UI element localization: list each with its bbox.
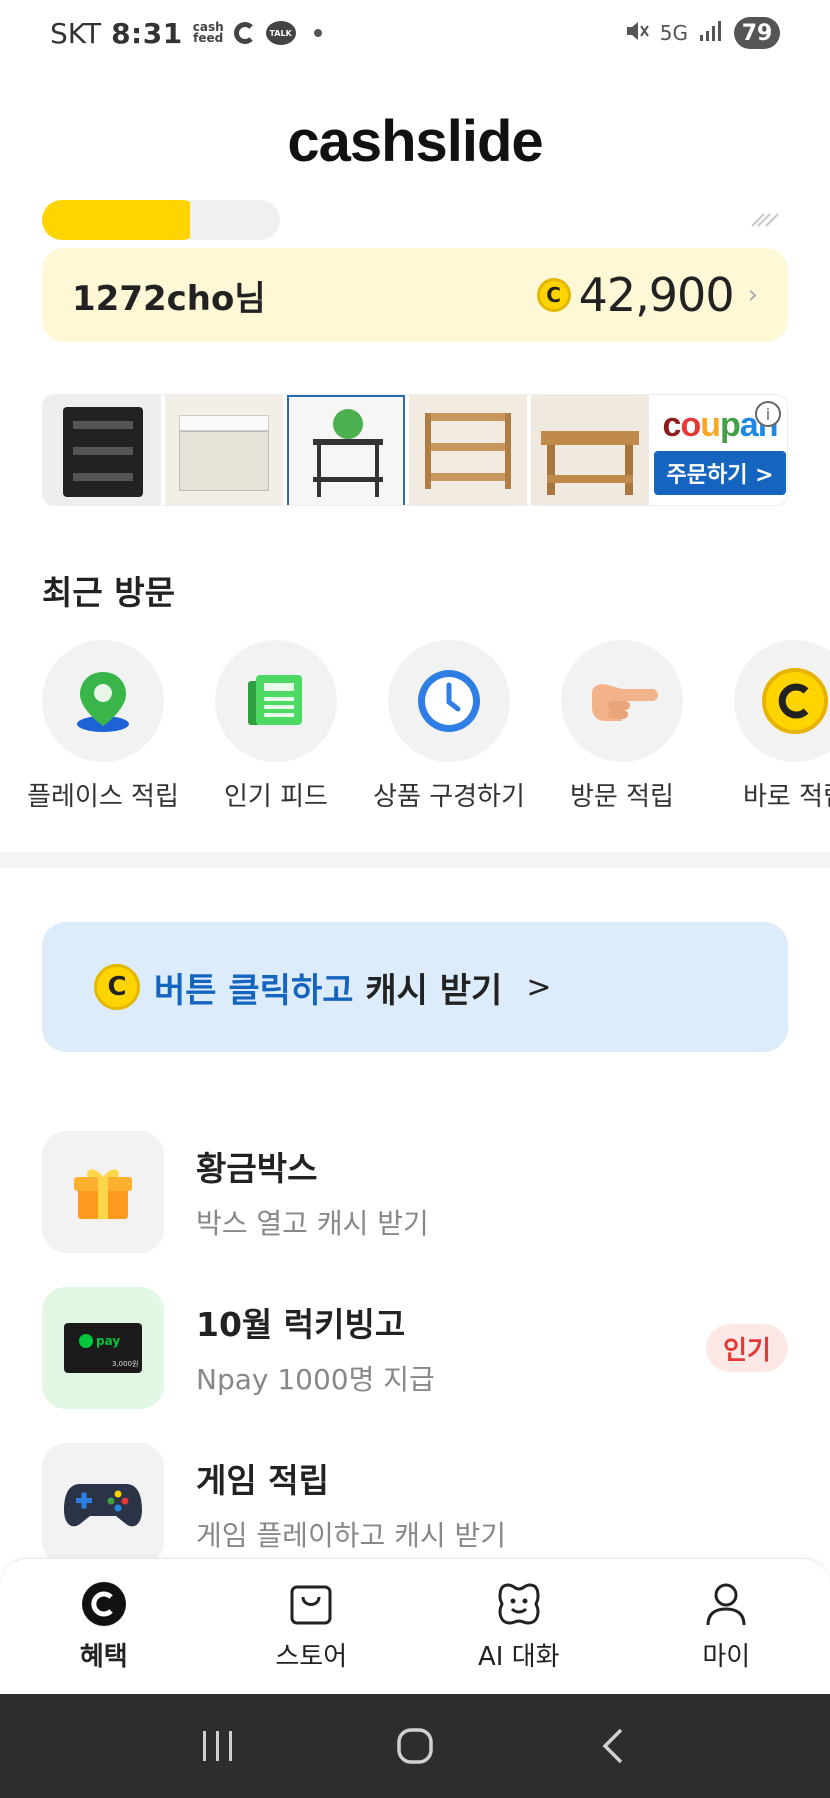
shopping-bag-icon — [287, 1580, 335, 1628]
click-banner-highlight: 버튼 클릭하고 — [154, 970, 354, 1011]
coupang-ad-banner[interactable]: coupan 주문하기 > i — [42, 394, 788, 506]
click-banner-rest: 캐시 받기 — [365, 970, 503, 1011]
system-navigation-bar — [0, 1694, 830, 1798]
recent-visits-title: 최근 방문 — [42, 573, 175, 612]
network-5g-icon: 5G — [659, 21, 688, 45]
person-icon — [702, 1580, 750, 1628]
scrolled-toggle-pill-off[interactable] — [190, 200, 280, 240]
ad-product-thumbnail[interactable] — [165, 395, 283, 505]
tab-my[interactable]: 마이 — [623, 1559, 830, 1694]
recent-item-label: 플레이스 적립 — [27, 782, 179, 812]
pointing-hand-icon — [561, 640, 683, 762]
menu-text: 황금박스 박스 열고 캐시 받기 — [196, 1142, 429, 1242]
mute-icon — [624, 18, 650, 49]
cashslide-notification-icon — [233, 22, 256, 44]
tab-label: AI 대화 — [477, 1642, 560, 1672]
tab-label: 스토어 — [275, 1642, 348, 1672]
recent-item-feed[interactable]: 인기 피드 — [190, 640, 362, 813]
coin-icon: C — [94, 964, 140, 1010]
cash-amount-wrap: C 42,900 › — [536, 268, 758, 322]
menu-subtitle: Npay 1000명 지급 — [196, 1363, 435, 1396]
username: 1272cho님 — [72, 278, 266, 319]
status-left: SKT 8:31 cash feed TALK — [50, 17, 322, 50]
tab-label: 혜택 — [79, 1642, 128, 1672]
status-bar: SKT 8:31 cash feed TALK 5G 79 — [0, 0, 830, 66]
menu-title: 게임 적립 — [196, 1461, 329, 1500]
benefit-c-icon — [80, 1580, 128, 1628]
smile-bubble-icon — [495, 1580, 543, 1628]
edit-icon[interactable] — [748, 206, 788, 230]
section-divider — [0, 852, 830, 868]
click-banner-text: 버튼 클릭하고 캐시 받기 — [154, 963, 502, 1012]
cash-amount: 42,900 — [578, 268, 735, 322]
signal-icon — [698, 19, 724, 48]
ad-product-thumbnail[interactable] — [531, 395, 649, 505]
home-button[interactable] — [375, 1716, 455, 1776]
ad-product-thumbnail[interactable] — [287, 395, 405, 505]
ad-product-thumbnail[interactable] — [43, 395, 161, 505]
menu-text: 10월 럭키빙고 Npay 1000명 지급 — [196, 1298, 435, 1398]
npay-card-amount: 3,000원 — [112, 1359, 138, 1368]
gamepad-icon — [42, 1443, 164, 1565]
clock: 8:31 — [111, 16, 183, 50]
click-for-cash-banner[interactable]: C 버튼 클릭하고 캐시 받기 > — [42, 922, 788, 1052]
more-notifications-icon — [313, 29, 322, 37]
menu-text: 게임 적립 게임 플레이하고 캐시 받기 — [196, 1454, 506, 1554]
gift-icon — [42, 1131, 164, 1253]
menu-subtitle: 박스 열고 캐시 받기 — [196, 1207, 429, 1240]
menu-title: 10월 럭키빙고 — [196, 1305, 406, 1344]
menu-title: 황금박스 — [196, 1149, 318, 1188]
ad-info-icon[interactable]: i — [755, 401, 781, 427]
menu-item-lucky-bingo[interactable]: pay 3,000원 10월 럭키빙고 Npay 1000명 지급 인기 — [0, 1270, 830, 1426]
coin-icon: C — [536, 278, 571, 312]
recent-item-browse[interactable]: 상품 구경하기 — [363, 640, 535, 813]
menu-item-golden-box[interactable]: 황금박스 박스 열고 캐시 받기 — [0, 1114, 830, 1270]
recent-visits-row: 플레이스 적립 인기 피드 상품 구경하기 방문 적립 바로 적립 — [0, 640, 830, 813]
coupang-cta[interactable]: coupan 주문하기 > i — [653, 395, 787, 505]
ad-product-thumbnail[interactable] — [409, 395, 527, 505]
reward-menu-list: 황금박스 박스 열고 캐시 받기 pay 3,000원 10월 럭키빙고 Npay… — [0, 1114, 830, 1582]
status-right: 5G 79 — [624, 17, 780, 49]
recent-item-place[interactable]: 플레이스 적립 — [17, 640, 189, 813]
cashfeed-notification-icon: cash feed — [192, 20, 224, 45]
bottom-navigation: 혜택 스토어 AI 대화 마이 — [0, 1558, 830, 1694]
recent-apps-button[interactable] — [178, 1716, 258, 1776]
hot-badge: 인기 — [706, 1324, 788, 1372]
tab-label: 마이 — [702, 1642, 751, 1672]
newspaper-icon — [215, 640, 337, 762]
recent-item-label: 방문 적립 — [570, 782, 674, 812]
menu-subtitle: 게임 플레이하고 캐시 받기 — [196, 1519, 507, 1552]
tab-benefit[interactable]: 혜택 — [0, 1559, 208, 1694]
chevron-right-icon: › — [747, 280, 758, 310]
tab-store[interactable]: 스토어 — [208, 1559, 416, 1694]
recent-item-label: 바로 적립 — [743, 782, 830, 812]
recent-item-label: 인기 피드 — [224, 782, 328, 812]
scrolled-toggle-pill[interactable] — [42, 200, 202, 240]
coin-icon — [734, 640, 830, 762]
app-logo: cashslide — [287, 109, 543, 174]
carrier-label: SKT — [50, 16, 102, 50]
map-pin-icon — [42, 640, 164, 762]
tab-ai-chat[interactable]: AI 대화 — [415, 1559, 623, 1694]
order-button[interactable]: 주문하기 > — [654, 450, 786, 495]
battery-indicator: 79 — [734, 17, 780, 49]
cash-balance-card[interactable]: 1272cho님 C 42,900 › — [42, 248, 788, 342]
back-button[interactable] — [572, 1716, 652, 1776]
recent-item-instant[interactable]: 바로 적립 — [709, 640, 830, 813]
recent-item-visit[interactable]: 방문 적립 — [536, 640, 708, 813]
chevron-right-icon: > — [526, 969, 552, 1005]
npay-card-text: pay — [96, 1334, 120, 1348]
npay-card-icon: pay 3,000원 — [42, 1287, 164, 1409]
talk-notification-icon: TALK — [265, 21, 296, 45]
clock-icon — [388, 640, 510, 762]
recent-item-label: 상품 구경하기 — [373, 782, 525, 812]
